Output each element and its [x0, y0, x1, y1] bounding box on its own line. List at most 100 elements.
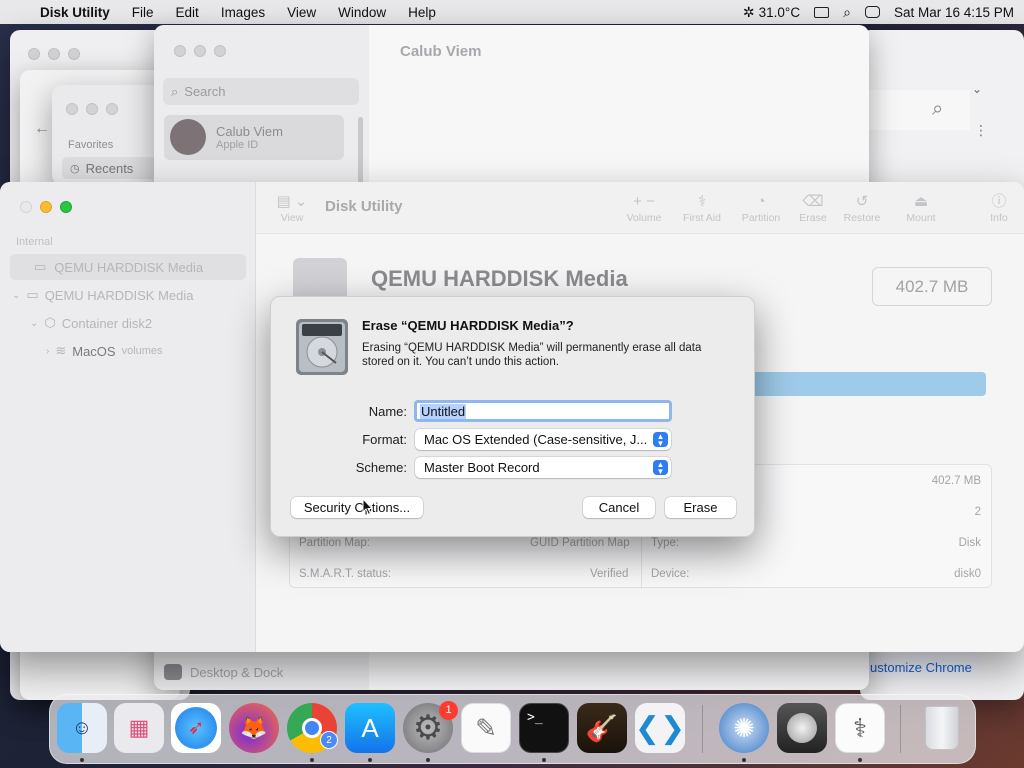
guitar-icon: 🎸 — [585, 712, 619, 743]
settings-search-field[interactable]: ⌕ Search — [163, 78, 359, 105]
screen-mirror-icon[interactable] — [814, 6, 830, 18]
back-arrow-icon[interactable]: ← — [34, 120, 50, 138]
sidebar-item-disk[interactable]: ⌄ ▭ QEMU HARDDISK Media — [10, 282, 246, 308]
select-arrows-icon: ▲ ▼ — [653, 432, 668, 448]
toolbar-first-aid[interactable]: ⚕ First Aid — [672, 192, 732, 224]
toolbar-mount[interactable]: ⏏ Mount — [891, 192, 951, 224]
sidebar-item-macos[interactable]: › ≋ MacOS volumes — [10, 338, 246, 364]
running-indicator — [426, 758, 430, 762]
menu-view[interactable]: View — [276, 5, 327, 20]
toolbar-restore[interactable]: ↺ Restore — [832, 192, 892, 224]
dock-disk-utility[interactable]: ✺ — [719, 703, 769, 753]
smart-status-value: Verified — [590, 568, 629, 580]
chrome-search-icon[interactable]: ⌕ — [932, 98, 943, 121]
dialog-title: Erase “QEMU HARDDISK Media”? — [362, 318, 574, 333]
dock-launchpad[interactable]: ▦ — [114, 703, 164, 753]
dock-trash[interactable] — [917, 703, 967, 753]
menu-help[interactable]: Help — [397, 5, 447, 20]
dock-firefox[interactable]: 🦊 — [229, 703, 279, 753]
launchpad-icon: ▦ — [128, 715, 150, 740]
menu-clock[interactable]: Sat Mar 16 4:15 PM — [894, 5, 1014, 20]
erase-button[interactable]: Erase — [665, 497, 736, 518]
dock-divider — [702, 705, 703, 753]
security-options-button[interactable]: Security Options... — [291, 497, 423, 518]
sidebar-item-container[interactable]: ⌄ ⬡ Container disk2 — [10, 310, 246, 336]
settings-header-title: Calub Viem — [400, 43, 482, 60]
disclosure-chevron-icon[interactable]: ⌄ — [30, 318, 38, 329]
desktop-dock-label: Desktop & Dock — [190, 664, 284, 680]
device-label: Device: — [651, 568, 690, 580]
menu-images[interactable]: Images — [210, 5, 276, 20]
settings-traffic-lights — [174, 45, 226, 57]
sidebar-item-desktop-dock[interactable]: Desktop & Dock — [164, 661, 364, 683]
type-value: Disk — [958, 537, 981, 549]
finder-traffic-lights — [66, 103, 118, 115]
spotlight-search-icon[interactable]: ⌕ — [843, 4, 851, 21]
partition-map-value: GUID Partition Map — [530, 537, 630, 549]
chrome-address-bar[interactable] — [860, 90, 970, 130]
disclosure-chevron-icon[interactable]: › — [46, 346, 49, 357]
more-icon[interactable]: ⋮ — [974, 122, 988, 139]
dock-vscode[interactable]: ❮❯ — [635, 703, 685, 753]
volumes-label: volumes — [121, 345, 163, 357]
disk-utility-icon: ✺ — [733, 712, 755, 743]
dock-garageband[interactable]: 🎸 — [577, 703, 627, 753]
temperature-readout[interactable]: 31.0°C — [759, 5, 800, 20]
disk-icon: ▭ — [26, 287, 39, 302]
view-toggle-button[interactable]: ▤ ⌄ View — [262, 192, 322, 224]
disk-size-badge: 402.7 MB — [872, 267, 992, 306]
name-label: Name: — [368, 404, 407, 419]
dock-disk-image[interactable] — [777, 703, 827, 753]
disclosure-chevron-icon[interactable]: ⌄ — [12, 290, 20, 301]
menu-app-name[interactable]: Disk Utility — [29, 5, 121, 20]
scheme-select[interactable]: Master Boot Record ▲ ▼ — [415, 457, 671, 478]
device-value: disk0 — [954, 568, 981, 580]
name-field[interactable]: Untitled — [414, 400, 672, 422]
dock-textedit[interactable]: ✎ — [461, 703, 511, 753]
dock: ☺ ▦ ➶ 🦊 2 A ⚙ 1 ✎ >_ 🎸 ❮❯ ✺ ⚕ — [49, 694, 976, 764]
container-icon: ⬡ — [44, 315, 56, 330]
settings-badge: 1 — [439, 701, 458, 720]
customize-chrome-button[interactable]: ustomize Chrome — [860, 654, 980, 680]
sidebar-item-label: QEMU HARDDISK Media — [54, 259, 204, 275]
sidebar-item-disk-selected[interactable]: ▭ QEMU HARDDISK Media — [10, 254, 246, 280]
terminal-prompt-icon: >_ — [527, 710, 543, 725]
toolbar-volume[interactable]: + − Volume — [614, 192, 674, 224]
mouse-cursor-icon — [362, 498, 374, 516]
account-subtitle: Apple ID — [216, 139, 259, 151]
toolbar-info[interactable]: ⓘ Info — [969, 192, 1024, 224]
stethoscope-icon: ⚕ — [697, 193, 707, 210]
dock-system-info[interactable]: ⚕ — [835, 703, 885, 753]
close-button[interactable] — [20, 201, 32, 213]
chevron-down-icon[interactable]: ⌄ — [972, 82, 982, 96]
running-indicator — [542, 758, 546, 762]
dock-settings-icon — [164, 664, 182, 680]
recents-label: Recents — [85, 160, 134, 176]
running-indicator — [368, 758, 372, 762]
settings-scrollbar[interactable] — [358, 117, 363, 187]
menu-file[interactable]: File — [121, 5, 165, 20]
dock-terminal[interactable]: >_ — [519, 703, 569, 753]
pencil-paper-icon: ✎ — [475, 712, 497, 743]
toolbar-partition[interactable]: ◔ Partition — [731, 192, 791, 224]
trash-icon — [925, 706, 959, 750]
menu-bar: Disk Utility File Edit Images View Windo… — [0, 0, 1024, 24]
clock-icon: ◷ — [70, 162, 80, 175]
format-select[interactable]: Mac OS Extended (Case-sensitive, J... ▲ ▼ — [415, 429, 671, 450]
search-icon: ⌕ — [171, 83, 179, 99]
name-field-value: Untitled — [420, 403, 467, 419]
safari-compass-icon: ➶ — [175, 707, 217, 749]
zoom-button[interactable] — [60, 201, 72, 213]
window-title: Disk Utility — [325, 198, 403, 215]
apple-id-row[interactable]: Calub Viem Apple ID — [164, 115, 344, 160]
dock-finder[interactable]: ☺ — [57, 703, 107, 753]
dock-app-store[interactable]: A — [345, 703, 395, 753]
control-center-icon[interactable] — [864, 6, 880, 18]
menu-window[interactable]: Window — [327, 5, 397, 20]
menu-edit[interactable]: Edit — [165, 5, 210, 20]
cpu-temp-icon[interactable]: ✲ — [743, 4, 755, 21]
sidebar-item-label: Container disk2 — [61, 315, 153, 331]
cancel-button[interactable]: Cancel — [583, 497, 655, 518]
dock-safari[interactable]: ➶ — [171, 703, 221, 753]
minimize-button[interactable] — [40, 201, 52, 213]
